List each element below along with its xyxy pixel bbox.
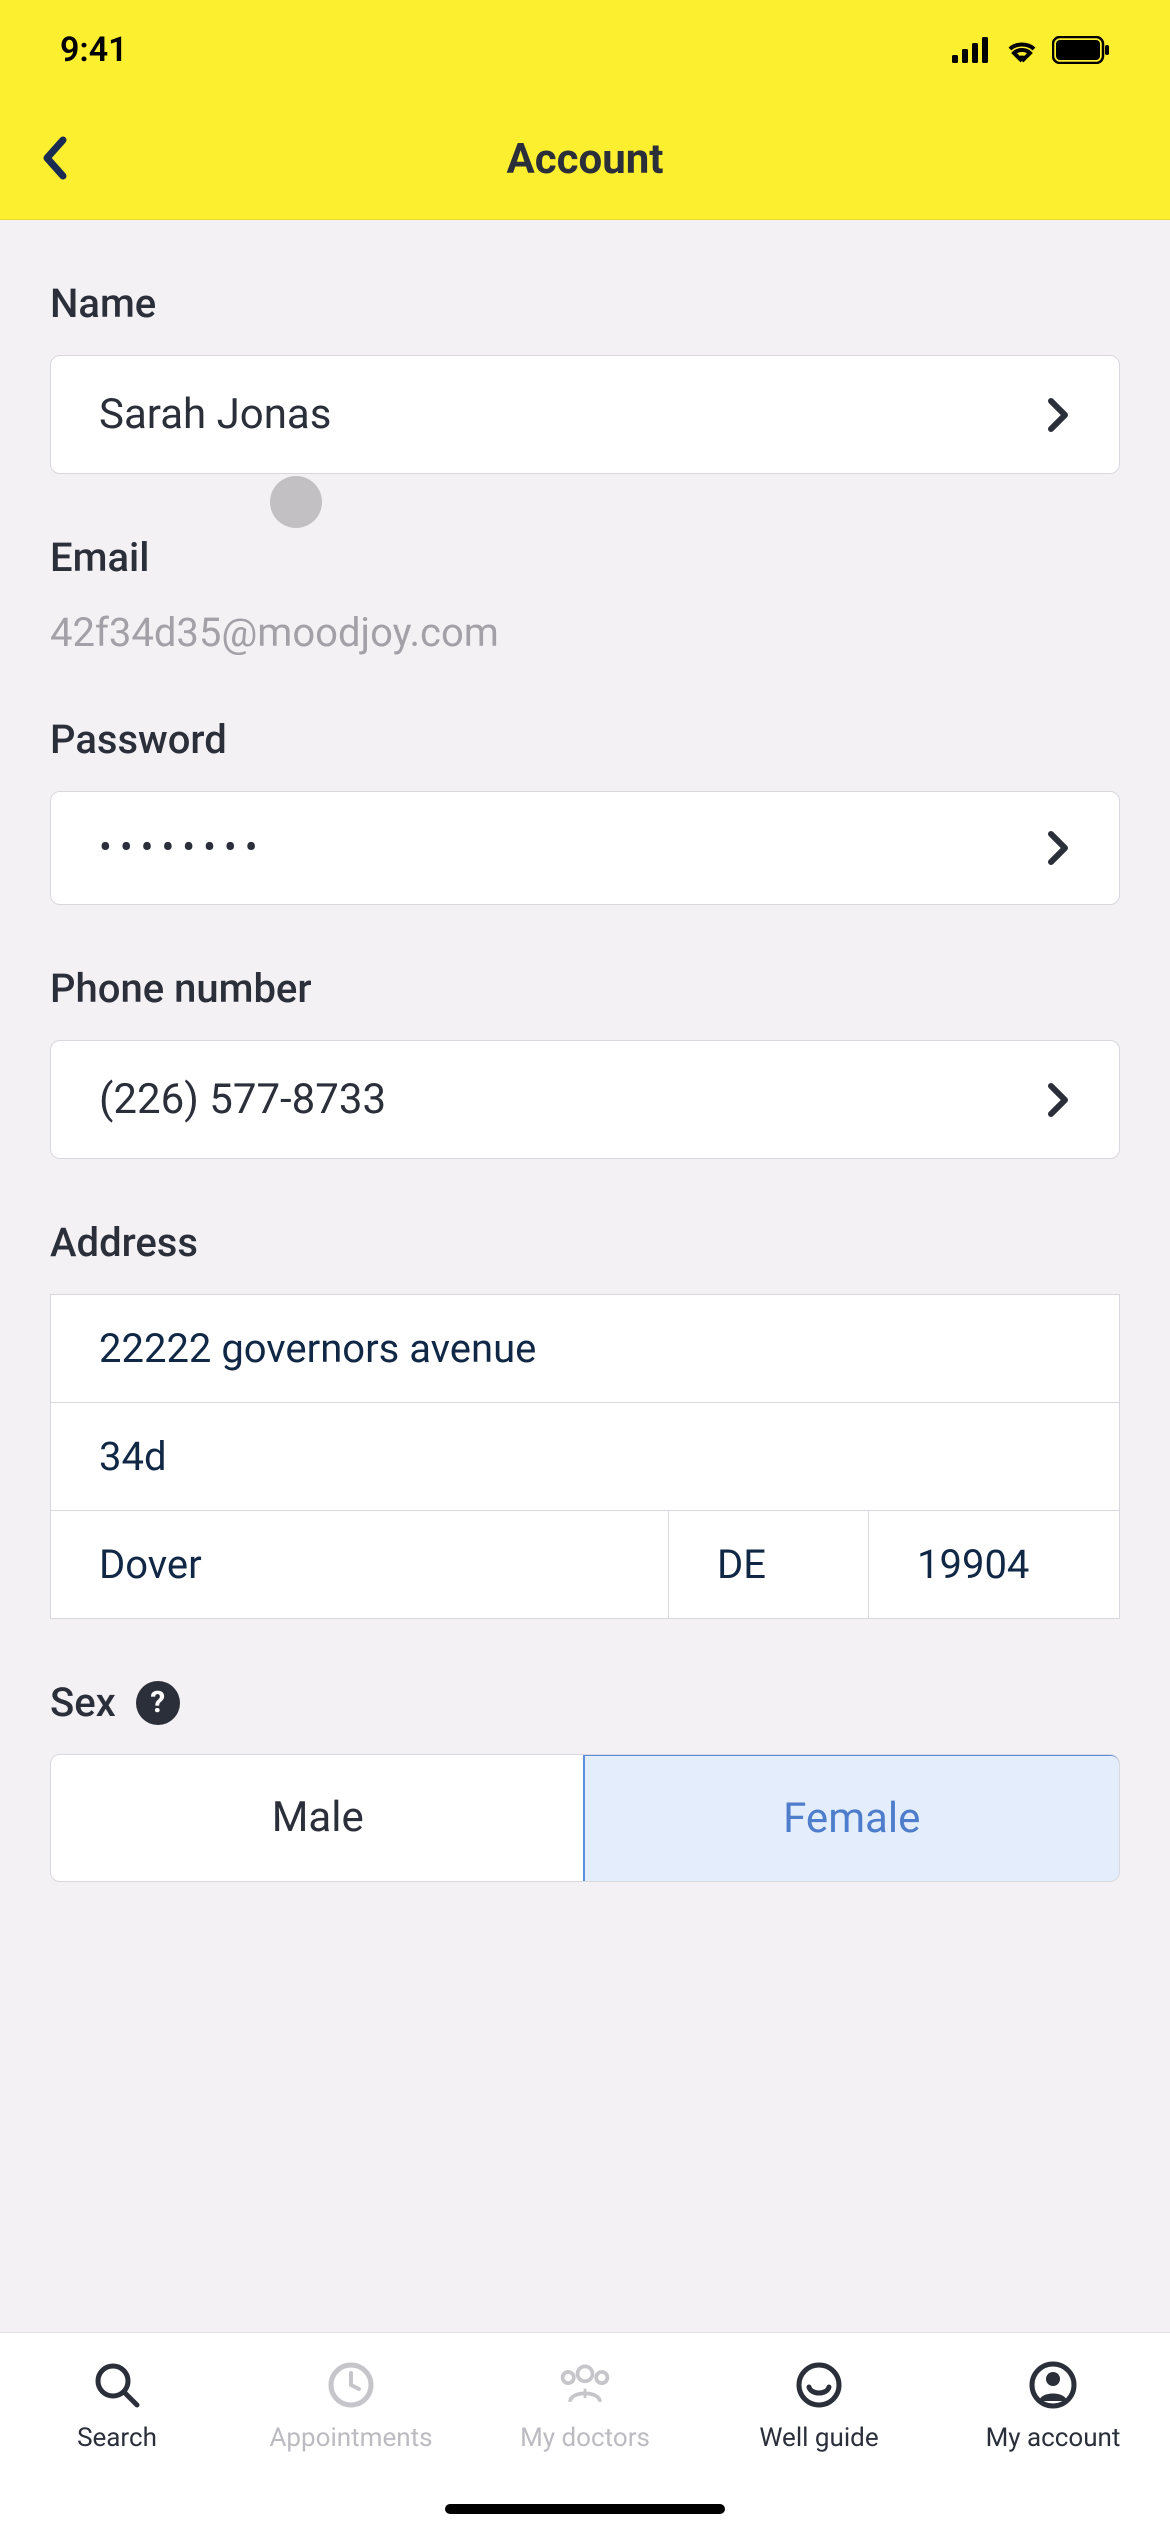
address-line1-input[interactable]: 22222 governors avenue bbox=[51, 1295, 1119, 1403]
phone-value: (226) 577-8733 bbox=[99, 1075, 386, 1124]
content: Name Sarah Jonas Email 42f34d35@moodjoy.… bbox=[0, 220, 1170, 2082]
chevron-right-icon bbox=[1047, 830, 1071, 866]
name-value: Sarah Jonas bbox=[99, 390, 331, 439]
account-icon bbox=[1025, 2357, 1081, 2413]
address-label: Address bbox=[50, 1219, 1120, 1266]
cellular-icon bbox=[952, 37, 992, 63]
sex-toggle: Male Female bbox=[50, 1754, 1120, 1882]
address-zip-input[interactable]: 19904 bbox=[869, 1511, 1119, 1618]
page-title: Account bbox=[0, 135, 1170, 184]
chevron-right-icon bbox=[1047, 397, 1071, 433]
chevron-right-icon bbox=[1047, 1082, 1071, 1118]
doctors-icon bbox=[557, 2357, 613, 2413]
phone-label: Phone number bbox=[50, 965, 1120, 1012]
search-icon bbox=[89, 2357, 145, 2413]
password-label: Password bbox=[50, 716, 1120, 763]
address-box: 22222 governors avenue 34d Dover DE 1990… bbox=[50, 1294, 1120, 1619]
password-field[interactable]: •••••••• bbox=[50, 791, 1120, 905]
nav-myaccount[interactable]: My account bbox=[936, 2357, 1170, 2453]
email-value: 42f34d35@moodjoy.com bbox=[50, 609, 1120, 656]
address-line2-input[interactable]: 34d bbox=[51, 1403, 1119, 1511]
bottom-nav: Search Appointments My doctors Well guid… bbox=[0, 2332, 1170, 2532]
address-state-input[interactable]: DE bbox=[669, 1511, 869, 1618]
status-time: 9:41 bbox=[60, 30, 128, 70]
back-button[interactable] bbox=[40, 136, 70, 184]
nav-label: Appointments bbox=[269, 2423, 432, 2453]
wifi-icon bbox=[1004, 37, 1040, 63]
name-field[interactable]: Sarah Jonas bbox=[50, 355, 1120, 474]
smile-icon bbox=[791, 2357, 847, 2413]
password-value: •••••••• bbox=[99, 826, 266, 870]
home-indicator[interactable] bbox=[445, 2504, 725, 2514]
status-bar: 9:41 bbox=[0, 0, 1170, 100]
sex-label-row: Sex ? bbox=[50, 1679, 1120, 1726]
sex-option-male[interactable]: Male bbox=[51, 1755, 585, 1881]
header: Account bbox=[0, 100, 1170, 220]
address-city-input[interactable]: Dover bbox=[51, 1511, 669, 1618]
phone-field[interactable]: (226) 577-8733 bbox=[50, 1040, 1120, 1159]
address-city-state-zip: Dover DE 19904 bbox=[51, 1511, 1119, 1618]
nav-label: My doctors bbox=[520, 2423, 650, 2453]
email-section: Email 42f34d35@moodjoy.com bbox=[50, 534, 1120, 656]
sex-label: Sex bbox=[50, 1679, 116, 1726]
sex-option-female[interactable]: Female bbox=[583, 1754, 1120, 1882]
clock-icon bbox=[323, 2357, 379, 2413]
help-icon[interactable]: ? bbox=[136, 1681, 180, 1725]
nav-label: Search bbox=[77, 2423, 157, 2453]
nav-mydoctors[interactable]: My doctors bbox=[468, 2357, 702, 2453]
touch-indicator bbox=[270, 476, 322, 528]
battery-icon bbox=[1052, 36, 1110, 64]
email-label: Email bbox=[50, 534, 1120, 581]
address-group: 22222 governors avenue 34d Dover DE 1990… bbox=[50, 1294, 1120, 1619]
nav-appointments[interactable]: Appointments bbox=[234, 2357, 468, 2453]
nav-search[interactable]: Search bbox=[0, 2357, 234, 2453]
name-label: Name bbox=[50, 280, 1120, 327]
nav-label: My account bbox=[986, 2423, 1121, 2453]
status-icons bbox=[952, 36, 1110, 64]
nav-label: Well guide bbox=[759, 2423, 878, 2453]
chevron-left-icon bbox=[40, 136, 70, 180]
nav-wellguide[interactable]: Well guide bbox=[702, 2357, 936, 2453]
